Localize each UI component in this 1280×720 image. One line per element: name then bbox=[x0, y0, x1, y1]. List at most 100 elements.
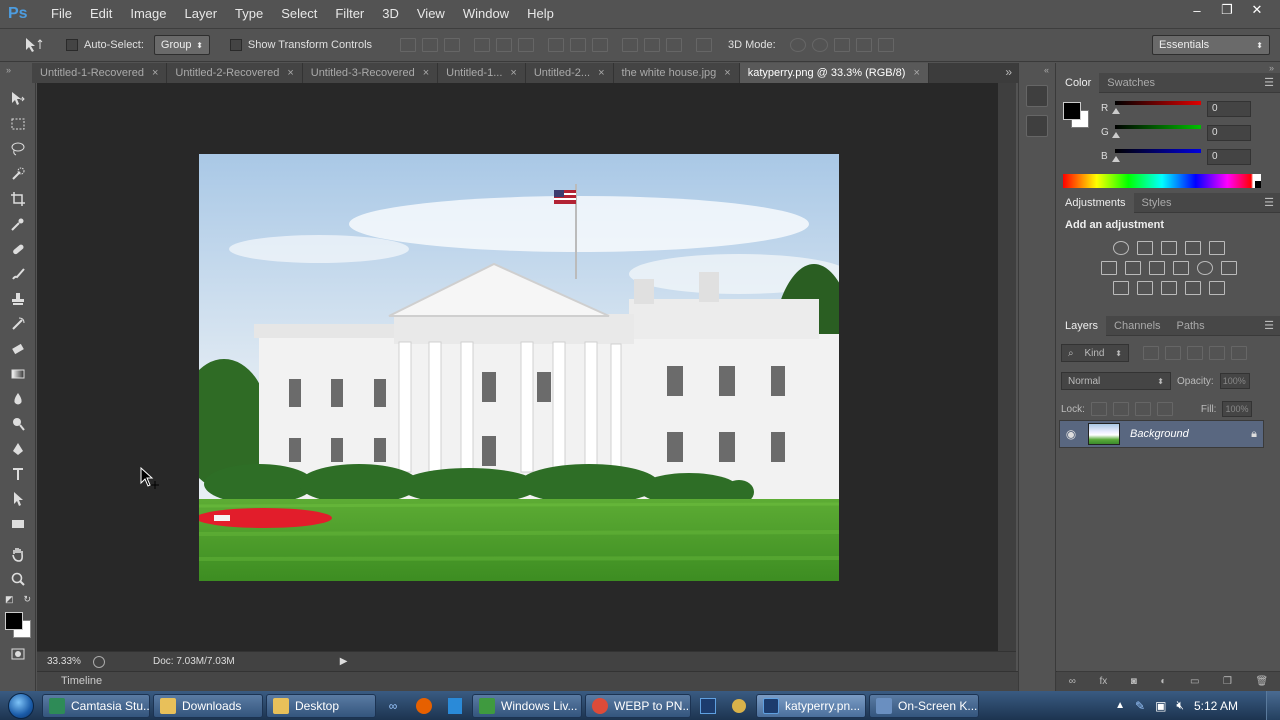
panel-menu-icon[interactable]: ☰ bbox=[1264, 319, 1274, 332]
3d-drag-icon[interactable] bbox=[833, 38, 850, 52]
lock-position-icon[interactable] bbox=[1134, 402, 1151, 416]
quick-mask-tool[interactable] bbox=[5, 645, 31, 663]
lock-all-icon[interactable] bbox=[1156, 402, 1173, 416]
tab-adjustments[interactable]: Adjustments bbox=[1057, 192, 1134, 213]
hue-saturation-icon[interactable] bbox=[1100, 261, 1117, 275]
menu-edit[interactable]: Edit bbox=[81, 0, 121, 28]
3d-slide-icon[interactable] bbox=[855, 38, 872, 52]
3d-scale-icon[interactable] bbox=[877, 38, 894, 52]
filter-type-icon[interactable] bbox=[1187, 346, 1203, 360]
eyedropper-tool[interactable] bbox=[5, 212, 31, 236]
firefox-icon[interactable] bbox=[410, 694, 438, 718]
tab-untitled-3-recovered[interactable]: Untitled-3-Recovered × bbox=[302, 63, 439, 83]
brush-tool[interactable] bbox=[5, 262, 31, 286]
dodge-tool[interactable] bbox=[5, 412, 31, 436]
close-icon[interactable]: × bbox=[510, 67, 516, 79]
tab-katyperry[interactable]: katyperry.png @ 33.3% (RGB/8) × bbox=[739, 63, 929, 83]
paint-icon[interactable] bbox=[725, 694, 753, 718]
black-white-icon[interactable] bbox=[1148, 261, 1165, 275]
blue-value[interactable]: 0 bbox=[1207, 149, 1251, 165]
menu-file[interactable]: File bbox=[42, 0, 81, 28]
menu-window[interactable]: Window bbox=[454, 0, 518, 28]
healing-brush-tool[interactable] bbox=[5, 237, 31, 261]
tab-overflow-icon[interactable]: » bbox=[1005, 65, 1012, 79]
distribute-bottom-icon[interactable] bbox=[592, 38, 609, 52]
close-icon[interactable]: × bbox=[423, 67, 429, 79]
document-canvas[interactable] bbox=[199, 154, 839, 581]
red-slider-thumb[interactable] bbox=[1112, 108, 1120, 114]
adjustment-layer-icon[interactable]: ◐ bbox=[1160, 676, 1166, 687]
menu-select[interactable]: Select bbox=[272, 0, 326, 28]
crop-tool[interactable] bbox=[5, 187, 31, 211]
green-slider[interactable] bbox=[1115, 125, 1201, 129]
selective-color-icon[interactable] bbox=[1184, 281, 1201, 295]
properties-panel-icon[interactable] bbox=[1026, 115, 1048, 137]
type-tool[interactable] bbox=[5, 462, 31, 486]
align-right-icon[interactable] bbox=[518, 38, 535, 52]
tab-untitled-1-recovered[interactable]: Untitled-1-Recovered × bbox=[32, 63, 168, 83]
auto-align-icon[interactable] bbox=[696, 38, 713, 52]
posterize-icon[interactable] bbox=[1136, 281, 1153, 295]
close-icon[interactable]: × bbox=[724, 67, 730, 79]
tray-expand-icon[interactable]: ▲ bbox=[1115, 700, 1125, 711]
close-icon[interactable]: × bbox=[152, 67, 158, 79]
threshold-icon[interactable] bbox=[1160, 281, 1177, 295]
restore-button[interactable]: ❐ bbox=[1212, 0, 1242, 20]
tab-color[interactable]: Color bbox=[1057, 72, 1100, 93]
eraser-tool[interactable] bbox=[5, 337, 31, 361]
invert-icon[interactable] bbox=[1112, 281, 1129, 295]
spectrum-black-white[interactable] bbox=[1255, 174, 1261, 188]
fill-field[interactable]: 100% bbox=[1222, 401, 1253, 417]
photoshop-quick-icon[interactable] bbox=[694, 694, 722, 718]
tab-the-white-house[interactable]: the white house.jpg × bbox=[613, 63, 740, 83]
layer-row-background[interactable]: ◉ Background 🔒︎ bbox=[1059, 420, 1264, 448]
close-icon[interactable]: × bbox=[287, 67, 293, 79]
quick-selection-tool[interactable] bbox=[5, 162, 31, 186]
brightness-icon[interactable] bbox=[1112, 241, 1129, 255]
blend-mode-dropdown[interactable]: Normal ⬍ bbox=[1061, 372, 1171, 390]
fx-icon[interactable]: fx bbox=[1099, 676, 1107, 687]
red-value[interactable]: 0 bbox=[1207, 101, 1251, 117]
opacity-field[interactable]: 100% bbox=[1219, 373, 1250, 389]
tab-paths[interactable]: Paths bbox=[1169, 316, 1213, 336]
folder-icon[interactable]: ▭ bbox=[1190, 676, 1199, 687]
collapse-icon[interactable]: » bbox=[0, 63, 35, 77]
filter-pixel-icon[interactable] bbox=[1143, 346, 1159, 360]
hand-tool[interactable] bbox=[5, 542, 31, 566]
filter-shape-icon[interactable] bbox=[1209, 346, 1225, 360]
distribute-right-icon[interactable] bbox=[666, 38, 683, 52]
color-lookup-icon[interactable] bbox=[1220, 261, 1237, 275]
taskbar-link-icon[interactable]: ∞ bbox=[379, 694, 407, 718]
gradient-tool[interactable] bbox=[5, 362, 31, 386]
pen-icon[interactable]: ✎ bbox=[1135, 699, 1145, 713]
photo-filter-icon[interactable] bbox=[1172, 261, 1189, 275]
auto-select-checkbox[interactable] bbox=[66, 39, 78, 51]
timeline-panel-tab[interactable]: Timeline bbox=[37, 671, 1057, 691]
align-bottom-icon[interactable] bbox=[444, 38, 461, 52]
menu-3d[interactable]: 3D bbox=[373, 0, 408, 28]
3d-rotate-icon[interactable] bbox=[789, 38, 806, 52]
close-button[interactable]: ✕ bbox=[1242, 0, 1272, 20]
distribute-vcenter-icon[interactable] bbox=[570, 38, 587, 52]
curves-icon[interactable] bbox=[1160, 241, 1177, 255]
tab-channels[interactable]: Channels bbox=[1106, 316, 1168, 336]
pen-tool[interactable] bbox=[5, 437, 31, 461]
history-panel-icon[interactable] bbox=[1026, 85, 1048, 107]
align-hcenter-icon[interactable] bbox=[496, 38, 513, 52]
align-left-icon[interactable] bbox=[474, 38, 491, 52]
taskbar-desktop[interactable]: Desktop bbox=[266, 693, 376, 718]
align-top-icon[interactable] bbox=[400, 38, 417, 52]
status-menu-arrow-icon[interactable]: ▶ bbox=[340, 656, 348, 667]
mask-icon[interactable]: ◙ bbox=[1131, 676, 1137, 687]
status-info-icon[interactable] bbox=[93, 655, 105, 668]
channel-mixer-icon[interactable] bbox=[1196, 261, 1213, 275]
minimize-button[interactable]: – bbox=[1182, 0, 1212, 20]
tab-untitled-2-recovered[interactable]: Untitled-2-Recovered × bbox=[167, 63, 303, 83]
vertical-scrollbar[interactable] bbox=[998, 83, 1016, 651]
taskbar-chrome[interactable]: WEBP to PN... bbox=[585, 693, 691, 718]
marquee-tool[interactable] bbox=[5, 112, 31, 136]
levels-icon[interactable] bbox=[1136, 241, 1153, 255]
rectangle-tool[interactable] bbox=[5, 512, 31, 536]
gradient-map-icon[interactable] bbox=[1208, 281, 1225, 295]
close-icon[interactable]: × bbox=[913, 67, 919, 79]
